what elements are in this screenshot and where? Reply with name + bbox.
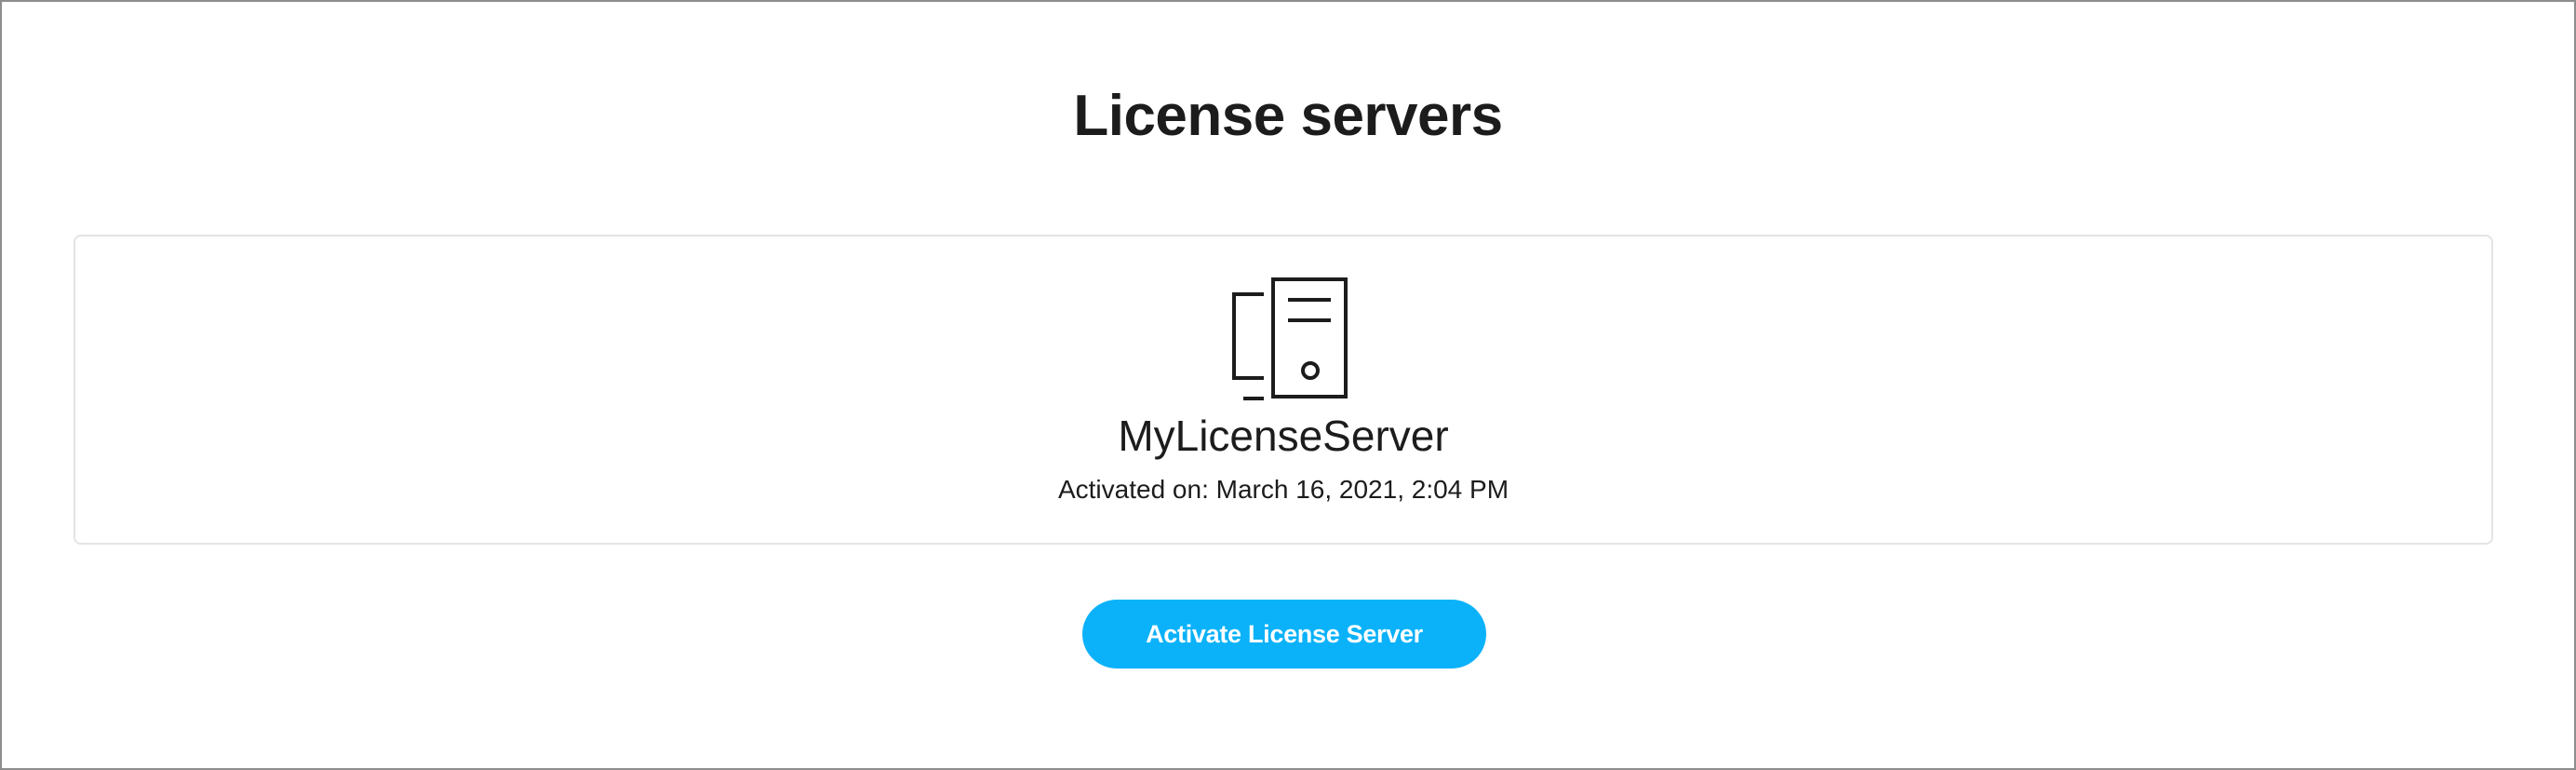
activate-license-server-button[interactable]: Activate License Server [1082, 600, 1486, 669]
page-title: License servers [1073, 84, 1503, 148]
activation-date: Activated on: March 16, 2021, 2:04 PM [1057, 475, 1509, 504]
license-server-card[interactable]: MyLicenseServer Activated on: March 16, … [74, 235, 2493, 545]
server-icon [1232, 277, 1348, 400]
page-frame: License servers MyLicenseServer Activate… [0, 0, 2576, 770]
server-name: MyLicenseServer [1118, 412, 1449, 460]
